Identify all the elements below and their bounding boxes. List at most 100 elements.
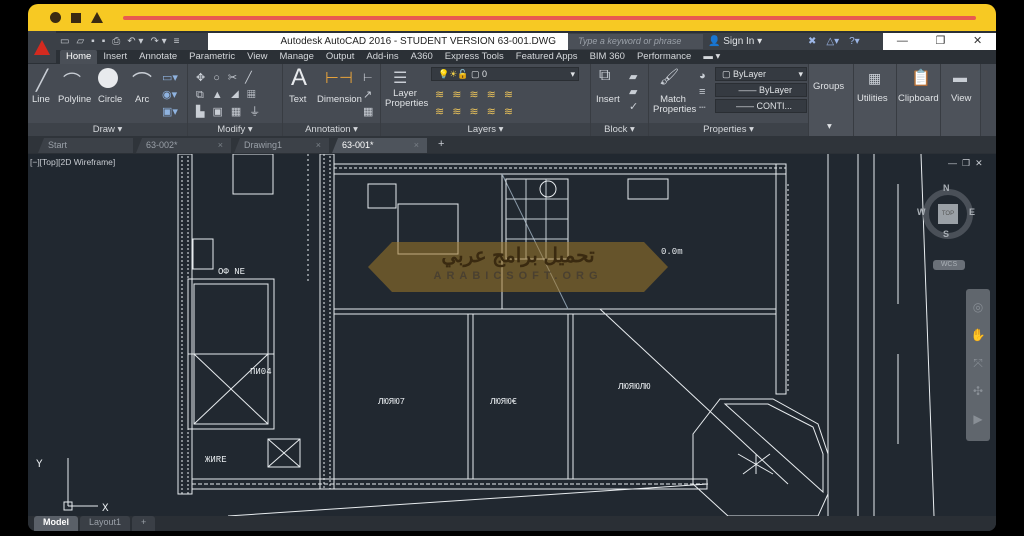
draw-panel-label[interactable]: Draw ▾: [28, 123, 187, 136]
close-tab-icon[interactable]: ×: [414, 138, 419, 153]
layout1-tab[interactable]: Layout1: [80, 516, 131, 531]
tab-home[interactable]: Home: [60, 50, 98, 64]
lineweight-dropdown[interactable]: —— CONTI...: [715, 99, 807, 113]
draw-more-icons[interactable]: ▭▾ ◉▾ ▣▾: [162, 70, 178, 121]
layer-tool-icons[interactable]: ≋≋≋≋≋ ≋≋≋≋≋: [435, 87, 521, 121]
file-tab-63-001[interactable]: 63-001* ×: [332, 138, 427, 153]
arc-icon: ⌒: [132, 72, 152, 94]
minimize-button[interactable]: —: [897, 33, 908, 50]
circle-tool-icon: [98, 68, 118, 88]
clipboard-button[interactable]: Clipboard: [898, 94, 939, 104]
match-properties-button[interactable]: Match Properties: [653, 95, 696, 115]
text-icon: A: [291, 64, 308, 91]
print-icon[interactable]: ⎙: [112, 36, 120, 47]
tab-insert[interactable]: Insert: [97, 50, 133, 64]
clipboard-panel[interactable]: 📋 Clipboard: [897, 64, 941, 136]
compass-n[interactable]: N: [943, 183, 950, 193]
arc-button[interactable]: Arc: [135, 95, 149, 105]
wcs-menu[interactable]: WCS: [933, 260, 965, 270]
groups-expand-icon[interactable]: ▾: [827, 122, 832, 132]
tab-output[interactable]: Output: [320, 50, 361, 64]
dimension-button[interactable]: Dimension: [317, 95, 362, 105]
compass-w[interactable]: W: [917, 207, 926, 217]
viewport-close-icon[interactable]: ✕: [975, 158, 983, 169]
application-menu-button[interactable]: [28, 31, 56, 63]
model-tab[interactable]: Model: [34, 516, 78, 531]
undo-icon[interactable]: ↶ ▾: [127, 36, 143, 47]
close-button[interactable]: ✕: [973, 33, 982, 50]
a360-icon[interactable]: △▾: [826, 33, 839, 50]
viewport-controls[interactable]: [−][Top][2D Wireframe]: [30, 157, 115, 167]
view-panel[interactable]: ▬ View: [941, 64, 981, 136]
tab-express-tools[interactable]: Express Tools: [439, 50, 510, 64]
properties-panel-label[interactable]: Properties ▾: [649, 123, 808, 136]
folder-icon: ▬: [953, 69, 967, 85]
navigation-bar: ◎ ✋ ⤧ ✣ ▶: [966, 289, 990, 441]
file-tab-start[interactable]: Start: [38, 138, 133, 153]
pan-icon[interactable]: ✋: [966, 321, 990, 349]
utilities-button[interactable]: Utilities: [857, 94, 888, 104]
save-as-icon[interactable]: ▪: [102, 36, 106, 47]
file-tab-drawing1[interactable]: Drawing1 ×: [234, 138, 329, 153]
new-tab-button[interactable]: +: [430, 136, 452, 153]
modify-panel-label[interactable]: Modify ▾: [188, 123, 282, 136]
sign-in-button[interactable]: 👤 Sign In ▾: [708, 33, 762, 50]
exchange-icon[interactable]: ✖: [808, 33, 816, 50]
showmotion-icon[interactable]: ▶: [966, 405, 990, 433]
tab-featured-apps[interactable]: Featured Apps: [510, 50, 584, 64]
linetype-dropdown[interactable]: —— ByLayer: [715, 83, 807, 97]
circle-button[interactable]: Circle: [98, 95, 122, 105]
annotation-panel-label[interactable]: Annotation ▾: [283, 123, 380, 136]
modify-tool-icons[interactable]: ✥○✂╱ ⧉▲◢▦ ▙▣▦⏚: [196, 70, 268, 121]
polyline-button[interactable]: Polyline: [58, 95, 91, 105]
help-icon[interactable]: ?▾: [849, 33, 860, 50]
watermark-logo: تحميل برامج عربي ARABICSOFT.ORG: [368, 242, 668, 292]
save-icon[interactable]: ▪: [91, 36, 95, 47]
color-dropdown[interactable]: ▢ ByLayer ▾: [715, 67, 807, 81]
maximize-button[interactable]: ❐: [935, 33, 945, 50]
room-label: ЖИRE: [205, 455, 227, 465]
customize-icon[interactable]: ≡: [174, 36, 180, 47]
layer-dropdown[interactable]: 💡☀🔓 ▢ 0 ▾: [431, 67, 579, 81]
block-more-icons[interactable]: ▰ ▰ ✓: [629, 70, 638, 115]
viewport-minimize-icon[interactable]: —: [948, 158, 957, 169]
drawing-viewport[interactable]: ОФ NE ПИ04 ЖИRE ЛЮЯЮ7 ЛЮЯЮ€ ЛЮЯЮЛЮ 0.0m …: [28, 154, 996, 516]
tab-parametric[interactable]: Parametric: [183, 50, 241, 64]
tab-add-ins[interactable]: Add-ins: [360, 50, 404, 64]
groups-button[interactable]: Groups: [813, 82, 844, 92]
tab-a360[interactable]: A360: [405, 50, 439, 64]
viewport-restore-icon[interactable]: ❐: [962, 158, 970, 169]
compass-e[interactable]: E: [969, 207, 975, 217]
groups-panel[interactable]: Groups ▾: [809, 64, 854, 136]
search-input[interactable]: Type a keyword or phrase: [568, 34, 703, 49]
ribbon-options-icon[interactable]: ▬ ▾: [697, 50, 726, 64]
utilities-panel[interactable]: ▦ Utilities: [854, 64, 897, 136]
annotation-more-icons[interactable]: ⊢ ↗ ▦: [363, 70, 373, 121]
line-button[interactable]: Line: [32, 95, 50, 105]
add-layout-button[interactable]: +: [132, 516, 156, 531]
layer-properties-button[interactable]: Layer Properties: [385, 89, 428, 109]
insert-button[interactable]: Insert: [596, 95, 620, 105]
tab-view[interactable]: View: [241, 50, 273, 64]
viewcube-top[interactable]: TOP: [938, 204, 958, 224]
layers-panel-label[interactable]: Layers ▾: [381, 123, 590, 136]
compass-s[interactable]: S: [943, 229, 949, 239]
tab-bim360[interactable]: BIM 360: [584, 50, 631, 64]
redo-icon[interactable]: ↷ ▾: [150, 36, 166, 47]
zoom-extents-icon[interactable]: ⤧: [966, 349, 990, 377]
block-panel-label[interactable]: Block ▾: [591, 123, 648, 136]
close-tab-icon[interactable]: ×: [316, 138, 321, 153]
orbit-icon[interactable]: ✣: [966, 377, 990, 405]
tab-manage[interactable]: Manage: [274, 50, 320, 64]
close-tab-icon[interactable]: ×: [218, 138, 223, 153]
tab-performance[interactable]: Performance: [631, 50, 697, 64]
new-icon[interactable]: ▭: [60, 36, 69, 47]
viewcube[interactable]: TOP N S E W: [917, 183, 975, 239]
file-tab-63-002[interactable]: 63-002* ×: [136, 138, 231, 153]
text-button[interactable]: Text: [289, 95, 306, 105]
open-icon[interactable]: ▱: [76, 36, 84, 47]
view-button[interactable]: View: [951, 94, 971, 104]
square-icon: [71, 12, 81, 23]
tab-annotate[interactable]: Annotate: [133, 50, 183, 64]
steering-wheel-icon[interactable]: ◎: [966, 293, 990, 321]
